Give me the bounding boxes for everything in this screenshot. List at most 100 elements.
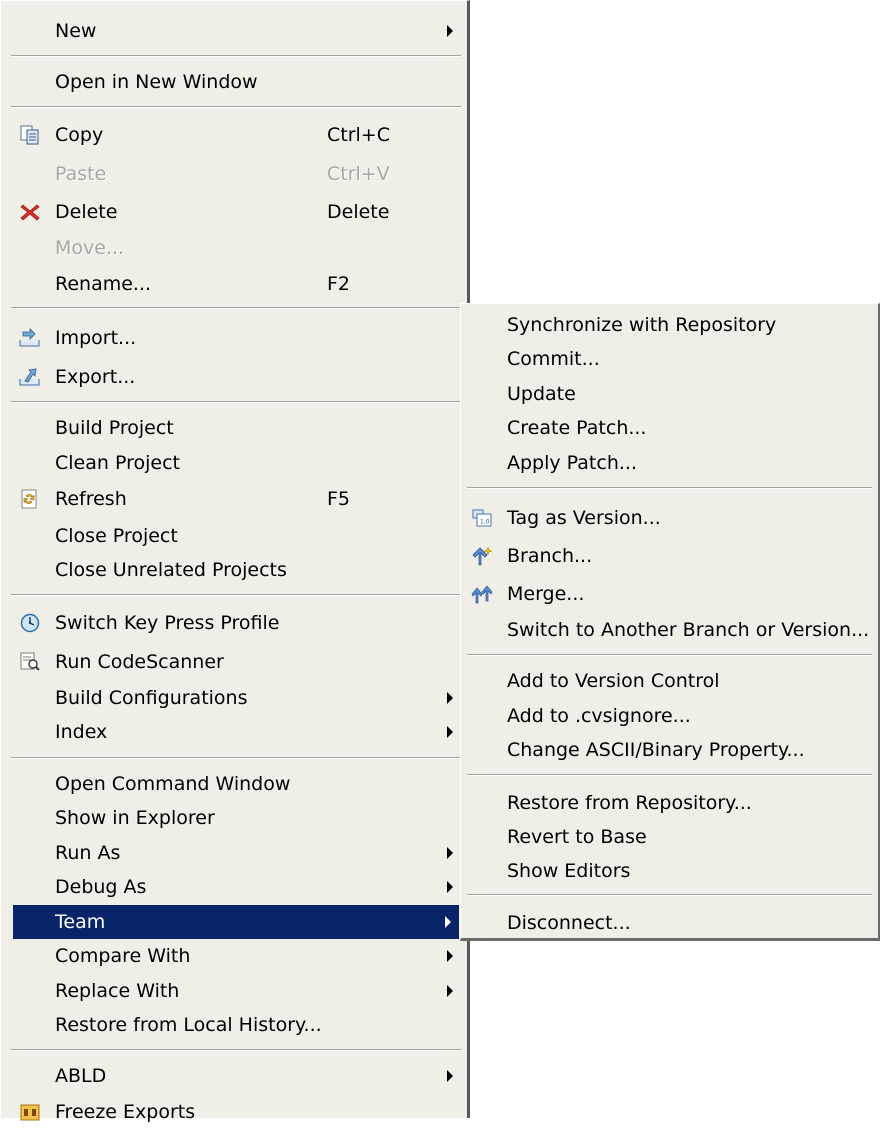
branch-icon <box>472 546 493 566</box>
copy-icon <box>20 125 39 145</box>
menu-item-label: Switch to Another Branch or Version... <box>507 619 870 641</box>
menu-item-label: Import... <box>55 327 137 349</box>
context-menu: New Open in New Window Copy Ctrl+C Paste… <box>0 0 470 1123</box>
menu-item-paste: Paste Ctrl+V <box>13 157 461 191</box>
menu-item-label: Run As <box>55 842 121 864</box>
menu-item-label: Show Editors <box>507 860 631 882</box>
menu-item-add-to-version-control[interactable]: Add to Version Control <box>465 664 874 698</box>
import-icon <box>19 328 40 347</box>
menu-item-build-configurations[interactable]: Build Configurations <box>13 681 461 715</box>
submenu-arrow-icon <box>447 25 453 37</box>
submenu-arrow-icon <box>447 985 453 997</box>
menu-item-label: Revert to Base <box>507 826 647 848</box>
menu-item-label: Close Unrelated Projects <box>55 559 287 581</box>
menu-item-replace-with[interactable]: Replace With <box>13 974 461 1008</box>
menu-item-disconnect[interactable]: Disconnect... <box>465 906 874 940</box>
menu-item-label: Commit... <box>507 348 600 370</box>
menu-item-freeze-exports[interactable]: Freeze Exports <box>13 1095 461 1129</box>
menu-separator <box>467 654 872 656</box>
menu-item-change-ascii-binary-property[interactable]: Change ASCII/Binary Property... <box>465 733 874 767</box>
menu-item-restore-from-repository[interactable]: Restore from Repository... <box>465 786 874 820</box>
menu-item-rename[interactable]: Rename... F2 <box>13 267 461 301</box>
menu-item-show-in-explorer[interactable]: Show in Explorer <box>13 801 461 835</box>
menu-item-label: Add to Version Control <box>507 670 720 692</box>
menu-item-label: Team <box>55 911 106 933</box>
menu-item-close-project[interactable]: Close Project <box>13 519 461 553</box>
menu-item-label: Paste <box>55 163 107 185</box>
menu-item-refresh[interactable]: Refresh F5 <box>13 482 461 516</box>
menu-item-open-command-window[interactable]: Open Command Window <box>13 767 461 801</box>
menu-item-label: New <box>55 20 97 42</box>
menu-item-label: Rename... <box>55 273 152 295</box>
menu-item-import[interactable]: Import... <box>13 321 461 355</box>
menu-item-run-codescanner[interactable]: Run CodeScanner <box>13 645 461 679</box>
menu-item-label: ABLD <box>55 1065 107 1087</box>
codescanner-icon <box>20 652 40 671</box>
menu-item-label: Restore from Local History... <box>55 1014 322 1036</box>
menu-item-run-as[interactable]: Run As <box>13 836 461 870</box>
menu-item-label: Open in New Window <box>55 71 258 93</box>
submenu-arrow-icon <box>447 847 453 859</box>
menu-item-label: Export... <box>55 366 136 388</box>
menu-item-copy[interactable]: Copy Ctrl+C <box>13 118 461 152</box>
menu-item-close-unrelated-projects[interactable]: Close Unrelated Projects <box>13 553 461 587</box>
merge-icon <box>471 585 493 604</box>
menu-item-build-project[interactable]: Build Project <box>13 411 461 445</box>
menu-item-label: Add to .cvsignore... <box>507 705 691 727</box>
menu-item-label: Restore from Repository... <box>507 792 752 814</box>
refresh-icon <box>21 489 37 509</box>
tag-icon: 1.0 <box>472 509 492 527</box>
menu-item-update[interactable]: Update <box>465 377 874 411</box>
submenu-arrow-icon <box>445 916 451 928</box>
menu-item-apply-patch[interactable]: Apply Patch... <box>465 446 874 480</box>
shortcut-label: Delete <box>327 201 390 223</box>
menu-item-label: Copy <box>55 124 104 146</box>
menu-item-clean-project[interactable]: Clean Project <box>13 446 461 480</box>
menu-item-label: Disconnect... <box>507 912 631 934</box>
menu-separator <box>11 106 461 108</box>
menu-item-export[interactable]: Export... <box>13 360 461 394</box>
menu-item-label: Open Command Window <box>55 773 291 795</box>
menu-item-switch-to-another-branch-or-version[interactable]: Switch to Another Branch or Version... <box>465 613 874 647</box>
menu-item-label: Compare With <box>55 945 191 967</box>
menu-item-debug-as[interactable]: Debug As <box>13 870 461 904</box>
menu-item-abld[interactable]: ABLD <box>13 1059 461 1093</box>
menu-item-compare-with[interactable]: Compare With <box>13 939 461 973</box>
menu-separator <box>11 757 461 759</box>
menu-item-open-in-new-window[interactable]: Open in New Window <box>13 65 461 99</box>
menu-item-label: Run CodeScanner <box>55 651 224 673</box>
menu-item-restore-from-local-history[interactable]: Restore from Local History... <box>13 1008 461 1042</box>
submenu-arrow-icon <box>447 950 453 962</box>
menu-item-label: Tag as Version... <box>507 507 661 529</box>
menu-item-label: Refresh <box>55 488 127 510</box>
menu-item-move: Move... <box>13 231 461 265</box>
menu-item-label: Build Configurations <box>55 687 248 709</box>
menu-item-synchronize-with-repository[interactable]: Synchronize with Repository <box>465 308 874 342</box>
menu-item-index[interactable]: Index <box>13 715 461 749</box>
menu-item-label: Freeze Exports <box>55 1101 196 1123</box>
menu-item-label: Replace With <box>55 980 180 1002</box>
menu-item-show-editors[interactable]: Show Editors <box>465 854 874 888</box>
svg-text:1.0: 1.0 <box>480 519 490 526</box>
shortcut-label: F5 <box>327 488 351 510</box>
menu-item-team[interactable]: Team <box>13 905 459 939</box>
menu-item-add-to-cvsignore[interactable]: Add to .cvsignore... <box>465 699 874 733</box>
menu-item-revert-to-base[interactable]: Revert to Base <box>465 820 874 854</box>
menu-item-label: Update <box>507 383 576 405</box>
submenu-arrow-icon <box>447 881 453 893</box>
menu-item-label: Close Project <box>55 525 178 547</box>
menu-item-commit[interactable]: Commit... <box>465 342 874 376</box>
menu-item-merge[interactable]: Merge... <box>465 577 874 611</box>
menu-item-tag-as-version[interactable]: 1.0 Tag as Version... <box>465 501 874 535</box>
menu-item-label: Move... <box>55 237 125 259</box>
menu-item-create-patch[interactable]: Create Patch... <box>465 411 874 445</box>
freeze-icon <box>20 1104 40 1121</box>
menu-item-label: Show in Explorer <box>55 807 215 829</box>
menu-item-delete[interactable]: Delete Delete <box>13 195 461 229</box>
export-icon <box>19 368 40 386</box>
menu-item-new[interactable]: New <box>13 14 461 48</box>
menu-item-switch-key-press-profile[interactable]: Switch Key Press Profile <box>13 606 461 640</box>
menu-item-branch[interactable]: Branch... <box>465 539 874 573</box>
menu-separator <box>467 894 872 896</box>
menu-item-label: Change ASCII/Binary Property... <box>507 739 805 761</box>
